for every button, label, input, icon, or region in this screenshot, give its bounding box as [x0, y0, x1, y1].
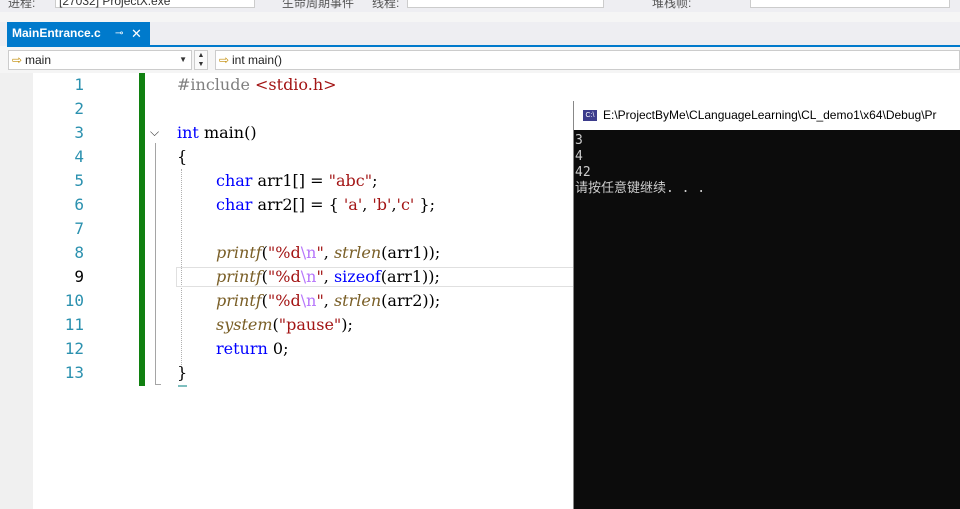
code-text[interactable]: system("pause"); [216, 313, 353, 337]
code-text[interactable]: int main() [177, 121, 257, 145]
member-dropdown[interactable]: ⇨ int main() [215, 50, 960, 70]
function-arrow-icon: ⇨ [218, 53, 230, 67]
console-output-line: 42 [575, 165, 591, 180]
chevron-down-icon[interactable]: ▼ [179, 51, 187, 69]
line-number: 2 [74, 99, 84, 118]
process-label: 进程: [8, 0, 36, 10]
code-text[interactable]: } [177, 361, 187, 385]
code-text[interactable]: printf("%d\n", strlen(arr1)); [216, 241, 440, 265]
console-output-line: 4 [575, 149, 583, 164]
console-title: E:\ProjectByMe\CLanguageLearning\CL_demo… [603, 108, 937, 122]
navigation-bar: ⇨ main ▼ ▲ ▼ ⇨ int main() [0, 47, 960, 73]
line-number: 10 [64, 291, 84, 310]
console-app-icon: C:\ [583, 110, 597, 122]
console-output-line: 3 [575, 133, 583, 148]
tab-mainentrance[interactable]: MainEntrance.c ⊸ ✕ [7, 22, 150, 45]
thread-dropdown[interactable] [407, 0, 604, 8]
process-dropdown[interactable]: [27032] ProjectX.exe [55, 0, 255, 8]
debug-toolbar: 进程: [27032] ProjectX.exe 生命周期事件 线程: 堆栈帧: [0, 0, 960, 12]
line-number: 11 [64, 315, 84, 334]
line-number: 5 [74, 171, 84, 190]
line-number: 8 [74, 243, 84, 262]
console-titlebar[interactable]: C:\ E:\ProjectByMe\CLanguageLearning\CL_d… [574, 101, 960, 130]
console-window[interactable]: C:\ E:\ProjectByMe\CLanguageLearning\CL_d… [573, 101, 960, 509]
line-number: 4 [74, 147, 84, 166]
line-number: 7 [74, 219, 84, 238]
split-spinner[interactable]: ▲ ▼ [194, 50, 208, 70]
stackframe-label: 堆栈帧: [652, 0, 692, 10]
pin-icon[interactable]: ⊸ [115, 22, 123, 45]
line-number: 13 [64, 363, 84, 382]
code-text[interactable]: printf("%d\n", strlen(arr2)); [216, 289, 440, 313]
code-line: 1 #include <stdio.h> [0, 73, 960, 97]
line-number: 1 [74, 75, 84, 94]
code-text[interactable]: printf("%d\n", sizeof(arr1)); [216, 265, 440, 289]
line-number: 3 [74, 123, 84, 142]
tab-title: MainEntrance.c [12, 26, 101, 40]
close-icon[interactable]: ✕ [131, 22, 142, 45]
line-number: 6 [74, 195, 84, 214]
thread-label: 线程: [372, 0, 400, 10]
brace-squiggle [178, 385, 187, 387]
function-arrow-icon: ⇨ [11, 53, 23, 67]
scope-dropdown[interactable]: ⇨ main ▼ [8, 50, 192, 70]
code-text[interactable]: { [177, 145, 187, 169]
code-text[interactable]: char arr2[] = { 'a', 'b','c' }; [216, 193, 435, 217]
document-tab-well: MainEntrance.c ⊸ ✕ [0, 22, 960, 46]
line-number: 12 [64, 339, 84, 358]
console-output-line: 请按任意键继续. . . [575, 181, 706, 196]
stackframe-dropdown[interactable] [750, 0, 950, 8]
code-text[interactable]: #include <stdio.h> [177, 73, 337, 97]
code-text[interactable]: return 0; [216, 337, 288, 361]
code-text[interactable]: char arr1[] = "abc"; [216, 169, 377, 193]
member-value: int main() [232, 53, 283, 67]
line-number: 9 [74, 267, 84, 286]
lifecycle-events-button[interactable]: 生命周期事件 [282, 0, 354, 11]
scope-value: main [25, 53, 52, 67]
